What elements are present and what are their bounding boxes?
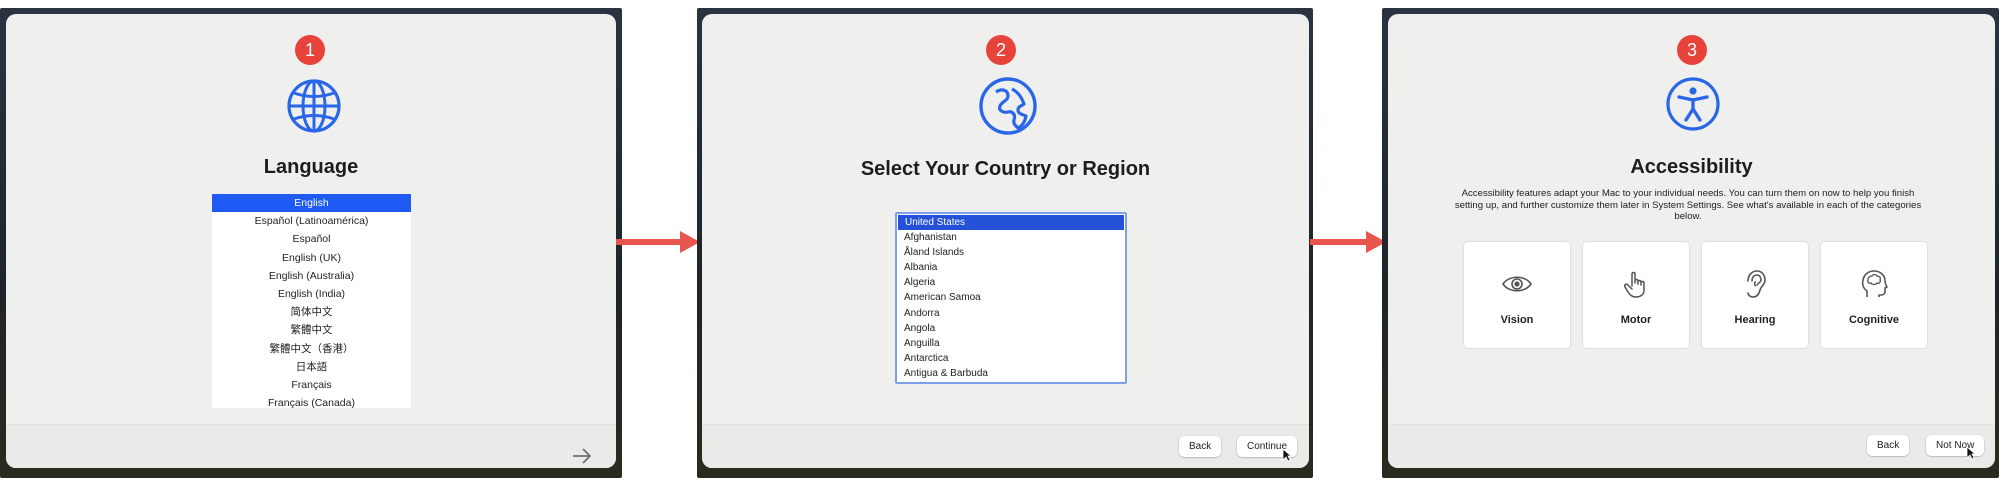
language-item[interactable]: 日本語 [212, 358, 411, 376]
screenshot-accessibility: 3 Accessibility Accessibility features a… [1382, 8, 1999, 478]
head-brain-icon [1861, 270, 1888, 297]
category-label: Hearing [1734, 314, 1776, 326]
screenshot-language: 1 Language English Español (Latinoaméric… [0, 8, 622, 478]
country-item[interactable]: United States [898, 215, 1124, 231]
hand-pointer-icon [1624, 271, 1645, 298]
page-title: Select Your Country or Region [860, 158, 1151, 180]
category-card-cognitive[interactable]: Cognitive [1821, 242, 1927, 348]
language-item[interactable]: English (India) [212, 285, 411, 303]
connector-arrow-icon [616, 231, 700, 253]
category-card-motor[interactable]: Motor [1583, 242, 1689, 348]
page-title: Accessibility [1630, 156, 1753, 178]
language-item[interactable]: 繁體中文（香港） [212, 340, 411, 358]
description-text: Accessibility features adapt your Mac to… [1454, 188, 1922, 223]
arrow-right-icon[interactable] [572, 448, 592, 464]
back-button[interactable]: Back [1867, 435, 1910, 456]
step-badge-1: 1 [295, 35, 325, 65]
language-item[interactable]: Español [212, 230, 411, 248]
country-list[interactable]: United States Afghanistan Åland Islands … [895, 212, 1127, 384]
ear-icon [1747, 270, 1766, 298]
category-card-hearing[interactable]: Hearing [1702, 242, 1808, 348]
language-item[interactable]: 简体中文 [212, 303, 411, 321]
globe-icon [287, 79, 341, 133]
accessibility-panel: 3 Accessibility Accessibility features a… [1388, 14, 1995, 468]
country-item[interactable]: Andorra [897, 306, 1125, 321]
country-item[interactable]: Anguilla [897, 336, 1125, 351]
category-label: Cognitive [1848, 314, 1900, 326]
mouse-cursor-icon [1282, 448, 1292, 462]
language-item[interactable]: 繁體中文 [212, 321, 411, 339]
country-item[interactable]: Angola [897, 321, 1125, 336]
language-item[interactable]: Français (Canada) [212, 394, 411, 408]
country-item[interactable]: Albania [897, 260, 1125, 275]
category-label: Vision [1500, 314, 1534, 326]
language-item[interactable]: Español (Latinoamérica) [212, 212, 411, 230]
back-button[interactable]: Back [1179, 436, 1222, 457]
category-card-vision[interactable]: Vision [1464, 242, 1570, 348]
language-list[interactable]: English Español (Latinoamérica) Español … [212, 194, 411, 408]
mouse-cursor-icon [1966, 446, 1976, 460]
language-item[interactable]: English (Australia) [212, 267, 411, 285]
country-item[interactable]: Algeria [897, 275, 1125, 290]
accessibility-icon [1666, 77, 1720, 131]
language-item[interactable]: English [212, 194, 411, 213]
country-item[interactable]: Afghanistan [897, 230, 1125, 245]
footer-bar [6, 425, 616, 468]
language-item[interactable]: Français [212, 376, 411, 394]
country-item[interactable]: Åland Islands [897, 245, 1125, 260]
page-title: Language [263, 156, 359, 178]
country-item[interactable]: Antigua & Barbuda [897, 366, 1125, 381]
country-item[interactable]: Antarctica [897, 351, 1125, 366]
country-panel: 2 Select Your Country or Region United S… [702, 14, 1309, 468]
screenshot-country: 2 Select Your Country or Region United S… [697, 8, 1313, 478]
language-panel: 1 Language English Español (Latinoaméric… [6, 14, 616, 468]
eye-icon [1502, 276, 1532, 292]
connector-arrow-icon [1310, 231, 1386, 253]
category-label: Motor [1620, 314, 1652, 326]
language-item[interactable]: English (UK) [212, 249, 411, 267]
earth-icon [979, 77, 1037, 135]
step-badge-3: 3 [1677, 35, 1707, 65]
country-item[interactable]: American Samoa [897, 290, 1125, 305]
step-badge-2: 2 [986, 35, 1016, 65]
